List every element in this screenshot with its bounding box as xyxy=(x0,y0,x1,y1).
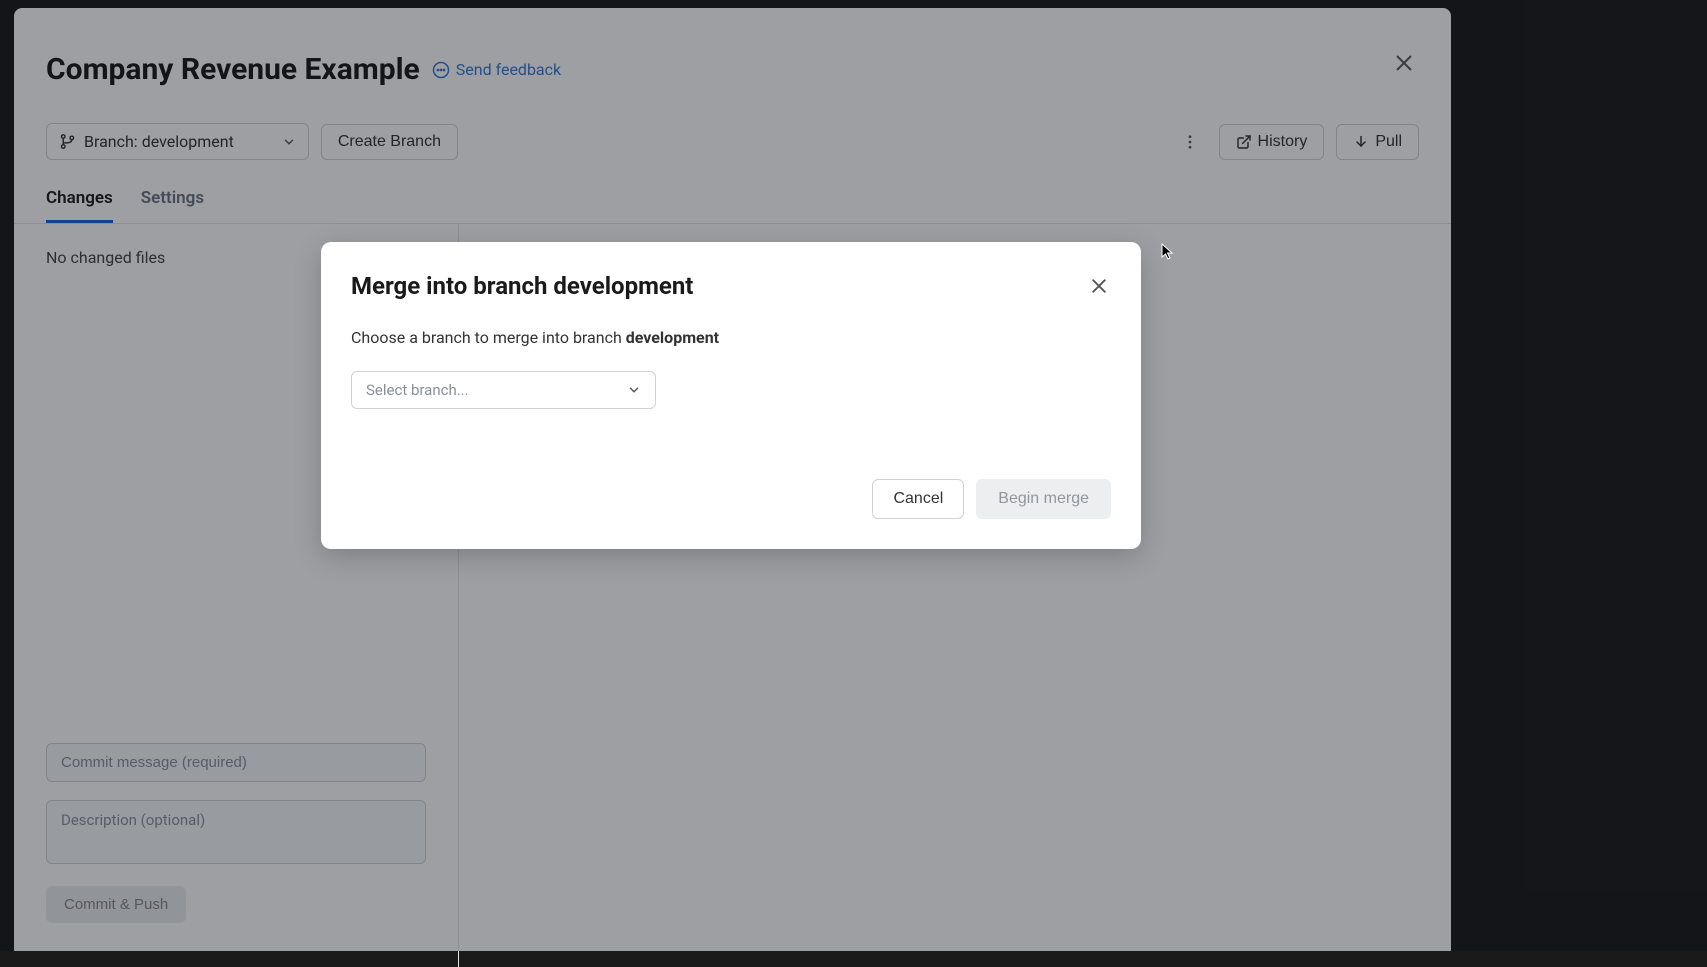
merge-modal: Merge into branch development Choose a b… xyxy=(321,242,1141,549)
modal-description: Choose a branch to merge into branch dev… xyxy=(351,328,1111,347)
close-icon xyxy=(1089,276,1109,296)
cancel-button[interactable]: Cancel xyxy=(872,479,964,519)
branch-select-placeholder: Select branch... xyxy=(366,381,469,399)
branch-select-dropdown[interactable]: Select branch... xyxy=(351,371,656,409)
modal-close-button[interactable] xyxy=(1087,274,1111,298)
modal-title: Merge into branch development xyxy=(351,272,693,300)
modal-actions: Cancel Begin merge xyxy=(351,479,1111,519)
modal-header: Merge into branch development xyxy=(351,272,1111,300)
begin-merge-button[interactable]: Begin merge xyxy=(976,479,1111,519)
chevron-down-icon xyxy=(627,383,641,397)
